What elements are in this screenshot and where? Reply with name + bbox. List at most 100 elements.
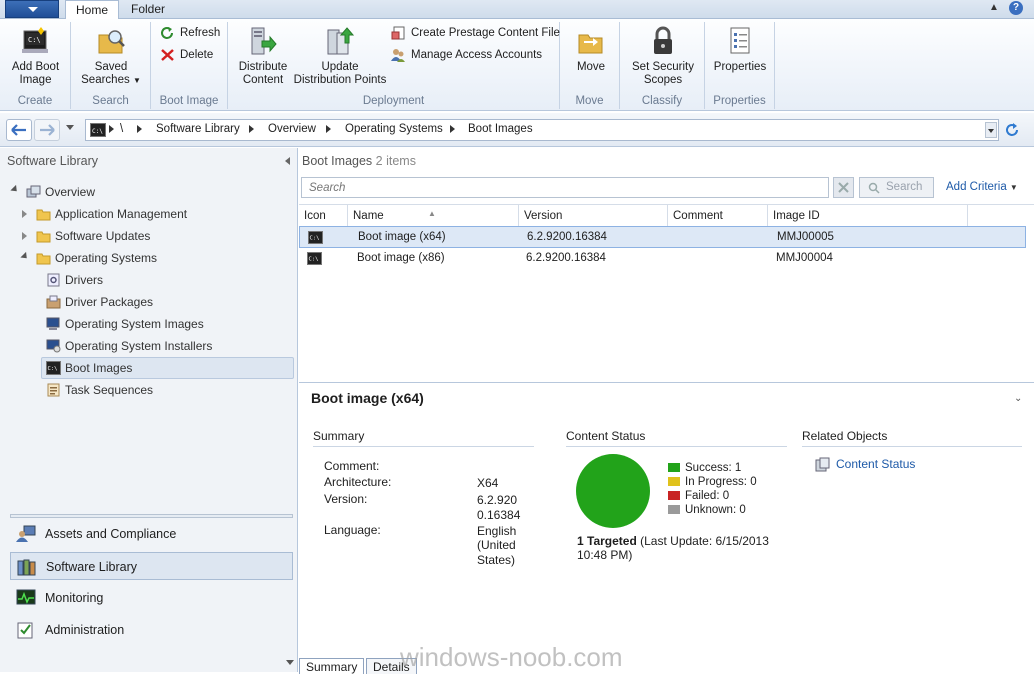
set-security-scopes-button[interactable]: Set Security Scopes bbox=[626, 25, 700, 87]
breadcrumb-operating-systems[interactable]: Operating Systems bbox=[345, 123, 443, 135]
breadcrumb-root[interactable]: \ bbox=[120, 123, 123, 135]
prestage-file-icon bbox=[391, 26, 405, 40]
software-library-icon bbox=[17, 559, 36, 576]
forward-arrow-icon bbox=[40, 124, 55, 136]
monitoring-icon bbox=[16, 589, 36, 605]
language-value-line2: (United bbox=[477, 538, 516, 552]
pane-title: Software Library bbox=[7, 154, 99, 168]
column-header-comment[interactable]: Comment bbox=[668, 205, 768, 226]
saved-searches-button[interactable]: Saved Searches ▼ bbox=[79, 25, 143, 87]
column-header-icon[interactable]: Icon bbox=[299, 205, 348, 226]
version-value-line2: 0.16384 bbox=[477, 508, 521, 522]
related-objects-heading: Related Objects bbox=[802, 429, 1022, 447]
boot-image-icon: C:\ bbox=[307, 252, 322, 265]
breadcrumb-software-library[interactable]: Software Library bbox=[156, 123, 240, 135]
address-bar[interactable]: C:\ \ Software Library Overview Operatin… bbox=[85, 119, 999, 141]
forward-button[interactable] bbox=[34, 119, 60, 141]
move-folder-icon bbox=[578, 34, 603, 54]
ribbon-group-deployment: Distribute Content Update Distribution P… bbox=[228, 22, 560, 109]
address-dropdown-button[interactable] bbox=[985, 122, 997, 138]
boot-image-icon: C:\ bbox=[308, 231, 323, 244]
ribbon-group-boot-image: Refresh Delete Boot Image bbox=[151, 22, 228, 109]
targeted-count: 1 Targeted bbox=[577, 534, 637, 548]
minimize-ribbon-icon[interactable]: ▲ bbox=[989, 2, 999, 14]
legend-swatch bbox=[668, 491, 680, 500]
collapsed-icon[interactable] bbox=[22, 232, 27, 240]
expanded-icon[interactable] bbox=[20, 251, 30, 262]
update-distribution-points-button[interactable]: Update Distribution Points bbox=[292, 25, 388, 87]
cell-version: 6.2.9200.16384 bbox=[527, 231, 607, 243]
distribute-content-button[interactable]: Distribute Content bbox=[234, 25, 292, 87]
administration-icon bbox=[17, 622, 33, 639]
search-button[interactable]: Search bbox=[859, 177, 934, 198]
svg-text:C:\: C:\ bbox=[92, 128, 103, 135]
search-input[interactable] bbox=[301, 177, 829, 198]
group-label-search: Search bbox=[92, 95, 129, 107]
svg-text:C:\: C:\ bbox=[310, 236, 320, 242]
column-header-name[interactable]: Name ▲ bbox=[348, 205, 519, 226]
properties-button[interactable]: Properties bbox=[708, 25, 772, 74]
last-update-line1: (Last Update: 6/15/2013 bbox=[640, 534, 769, 548]
collapse-pane-icon[interactable] bbox=[285, 157, 290, 165]
breadcrumb-boot-images[interactable]: Boot Images bbox=[468, 123, 533, 135]
breadcrumb-separator-icon bbox=[109, 125, 114, 133]
group-label-deployment: Deployment bbox=[362, 95, 425, 107]
workspace-administration[interactable]: Administration bbox=[10, 616, 293, 644]
application-menu-button[interactable] bbox=[5, 0, 59, 18]
collapsed-icon[interactable] bbox=[22, 210, 27, 218]
breadcrumb-overview[interactable]: Overview bbox=[268, 123, 316, 135]
legend-failed: Failed: 0 bbox=[668, 489, 729, 503]
refresh-button[interactable]: Refresh bbox=[160, 24, 220, 42]
add-boot-image-button[interactable]: C:\ Add Boot Image bbox=[4, 25, 67, 87]
last-update-line2: 10:48 PM) bbox=[577, 548, 633, 562]
detail-pane bbox=[299, 382, 1034, 672]
expanded-icon[interactable] bbox=[10, 184, 20, 195]
breadcrumb-separator-icon bbox=[137, 125, 142, 133]
navigation-pane: Software Library Overview Application Ma… bbox=[0, 148, 298, 672]
tab-home[interactable]: Home bbox=[65, 0, 120, 20]
help-icon[interactable]: ? bbox=[1009, 1, 1023, 15]
driver-icon bbox=[47, 273, 60, 287]
table-row[interactable]: C:\ Boot image (x64) 6.2.9200.16384 MMJ0… bbox=[299, 226, 1026, 248]
move-button[interactable]: Move bbox=[568, 25, 614, 74]
tab-folder[interactable]: Folder bbox=[121, 0, 175, 19]
list-title: Boot Images 2 items bbox=[302, 154, 416, 168]
workspace-software-library[interactable]: Software Library bbox=[10, 552, 293, 580]
search-icon bbox=[868, 182, 880, 194]
breadcrumb-separator-icon bbox=[326, 125, 331, 133]
workspace-assets-and-compliance[interactable]: Assets and Compliance bbox=[10, 520, 293, 548]
breadcrumb-separator-icon bbox=[450, 125, 455, 133]
architecture-label: Architecture: bbox=[324, 475, 392, 489]
group-label-create: Create bbox=[17, 95, 53, 107]
history-dropdown-icon[interactable] bbox=[66, 125, 74, 130]
folder-icon bbox=[36, 231, 51, 243]
create-prestage-content-file-button[interactable]: Create Prestage Content File bbox=[391, 24, 560, 42]
refresh-icon bbox=[161, 27, 173, 39]
add-criteria-link[interactable]: Add Criteria ▼ bbox=[946, 181, 1018, 193]
comment-label: Comment: bbox=[324, 459, 380, 473]
legend-swatch bbox=[668, 477, 680, 486]
task-sequence-icon bbox=[47, 383, 60, 397]
workspace-monitoring[interactable]: Monitoring bbox=[10, 584, 293, 612]
refresh-view-icon[interactable] bbox=[1003, 121, 1021, 139]
table-row[interactable]: C:\ Boot image (x86) 6.2.9200.16384 MMJ0… bbox=[299, 248, 1026, 270]
update-distribution-points-icon bbox=[327, 27, 355, 55]
column-header-image-id[interactable]: Image ID bbox=[768, 205, 968, 226]
collapse-detail-icon[interactable]: ⌄ bbox=[1014, 393, 1022, 404]
clear-search-button[interactable] bbox=[833, 177, 854, 198]
legend-unknown: Unknown: 0 bbox=[668, 503, 746, 517]
related-content-status-link[interactable]: Content Status bbox=[815, 456, 915, 472]
back-button[interactable] bbox=[6, 119, 32, 141]
overview-icon bbox=[26, 185, 41, 198]
group-label-move: Move bbox=[575, 95, 604, 107]
configure-workspaces-icon[interactable] bbox=[286, 660, 294, 665]
legend-swatch bbox=[668, 505, 680, 514]
delete-button[interactable]: Delete bbox=[160, 46, 213, 64]
cell-version: 6.2.9200.16384 bbox=[526, 252, 606, 264]
manage-access-accounts-button[interactable]: Manage Access Accounts bbox=[391, 46, 542, 64]
boot-image-add-icon: C:\ bbox=[21, 27, 48, 53]
version-label: Version: bbox=[324, 492, 368, 506]
column-header-version[interactable]: Version bbox=[519, 205, 668, 226]
pane-splitter[interactable] bbox=[10, 514, 293, 518]
svg-text:C:\: C:\ bbox=[309, 257, 319, 263]
